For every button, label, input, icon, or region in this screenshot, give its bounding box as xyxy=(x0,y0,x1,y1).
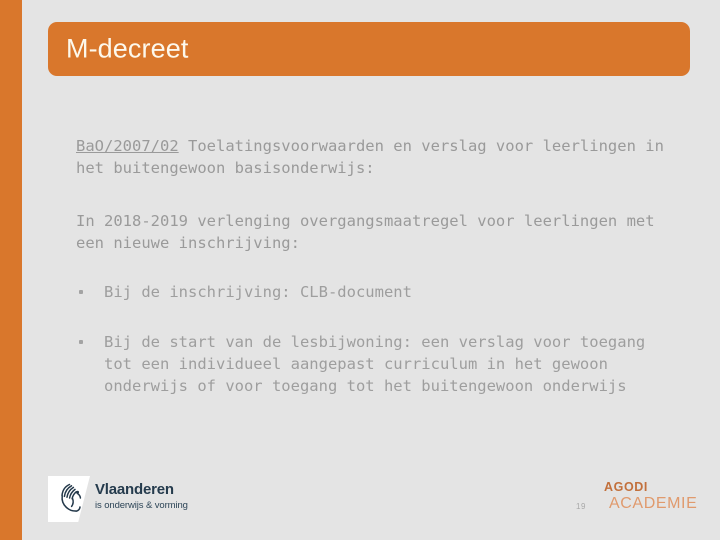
page-title: M-decreet xyxy=(66,33,189,64)
regulation-reference-link[interactable]: BaO/2007/02 xyxy=(76,137,179,155)
list-item-label: Bij de inschrijving: CLB-document xyxy=(104,283,412,301)
paragraph-transition-measure: In 2018-2019 verlenging overgangsmaatreg… xyxy=(76,212,655,252)
logo-name: Vlaanderen xyxy=(95,481,174,498)
brand-line-agodi: AGODI xyxy=(604,480,648,494)
logo-tagline: is onderwijs & vorming xyxy=(95,500,188,511)
page-number: 19 xyxy=(576,502,586,511)
brand-line-academie: ACADEMIE xyxy=(609,495,698,512)
slide-canvas: M-decreet BaO/2007/02 Toelatingsvoorwaar… xyxy=(0,0,720,540)
title-bar: M-decreet xyxy=(48,22,690,76)
list-item-label: Bij de start van de lesbijwoning: een ve… xyxy=(104,333,646,395)
list-item: Bij de inschrijving: CLB-document xyxy=(76,281,676,303)
agodi-academie-brand: AGODI ACADEMIE xyxy=(604,480,697,513)
slide-body: BaO/2007/02 Toelatingsvoorwaarden en ver… xyxy=(76,135,676,395)
bullet-list: Bij de inschrijving: CLB-document Bij de… xyxy=(76,281,676,425)
vlaanderen-logo: Vlaanderen is onderwijs & vorming xyxy=(48,476,223,522)
list-item: Bij de start van de lesbijwoning: een ve… xyxy=(76,331,676,397)
paragraph-reference: BaO/2007/02 Toelatingsvoorwaarden en ver… xyxy=(76,135,671,179)
flanders-lion-icon xyxy=(54,481,84,522)
logo-wordmark: Vlaanderen is onderwijs & vorming xyxy=(95,481,188,511)
left-accent-stripe xyxy=(0,0,22,540)
bullet-dot-icon xyxy=(79,290,83,294)
bullet-dot-icon xyxy=(79,340,83,344)
